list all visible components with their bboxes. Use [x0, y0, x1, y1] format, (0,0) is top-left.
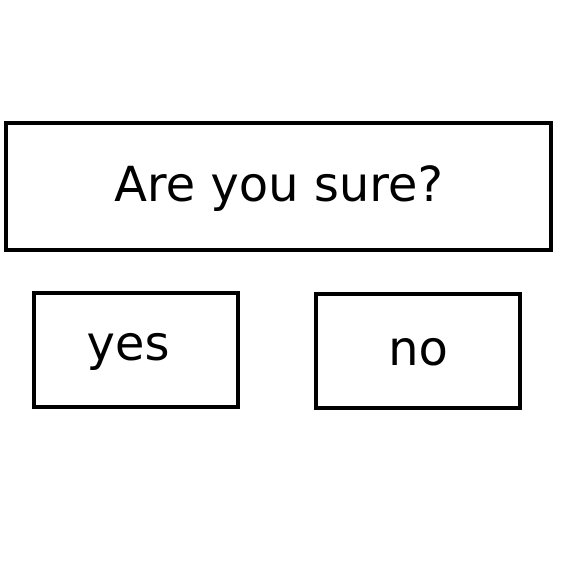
confirmation-dialog: Are you sure? yes no [0, 0, 564, 564]
no-button[interactable]: no [314, 292, 522, 410]
yes-button-label: yes [86, 316, 170, 372]
confirmation-prompt-box: Are you sure? [4, 121, 553, 252]
no-button-label: no [388, 321, 448, 377]
confirmation-question: Are you sure? [114, 156, 443, 213]
yes-button[interactable]: yes [32, 291, 240, 409]
